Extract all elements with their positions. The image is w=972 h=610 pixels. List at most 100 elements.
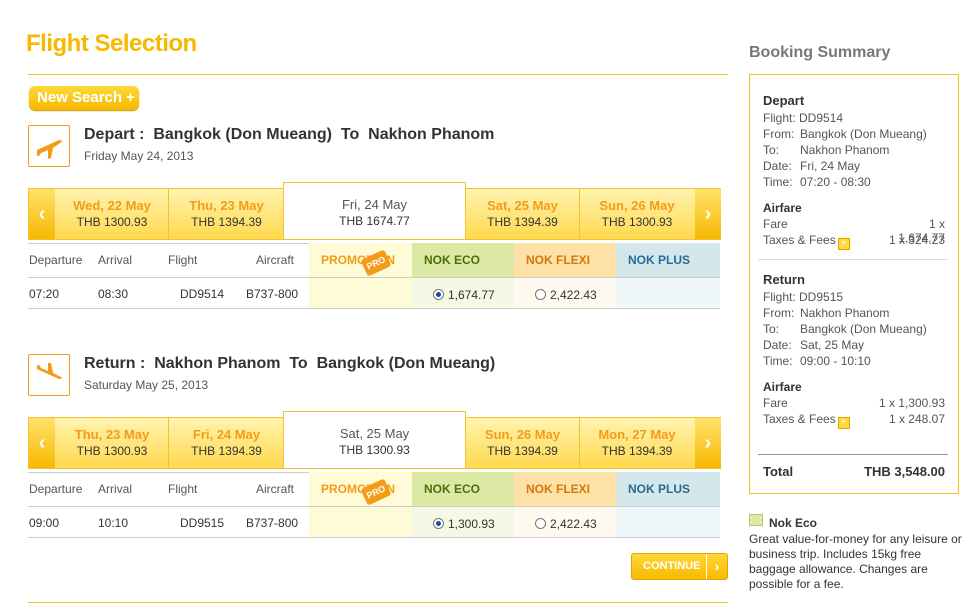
date-price: THB 1394.39: [191, 215, 262, 229]
date-price: THB 1300.93: [339, 443, 410, 457]
summary-time: 07:20 - 08:30: [800, 175, 871, 189]
date-label: Thu, 23 May: [189, 198, 264, 213]
summary-from: Nakhon Phanom: [800, 306, 890, 320]
radio-selected[interactable]: [433, 518, 444, 529]
aircraft-type: B737-800: [246, 516, 299, 530]
date-label: Fri, 24 May: [341, 197, 407, 212]
summary-date-label: Date:: [763, 338, 792, 352]
return-from: Nakhon Phanom: [154, 355, 281, 372]
eco-fare-option[interactable]: 1,674.77: [433, 288, 495, 302]
flexi-fare-option[interactable]: 2,422.43: [535, 288, 597, 302]
depart-prev-arrow[interactable]: ‹: [29, 189, 55, 239]
radio[interactable]: [535, 289, 546, 300]
depart-date-option-selected[interactable]: Fri, 24 May THB 1674.77: [283, 182, 466, 239]
return-title: Return : Nakhon Phanom To Bangkok (Don M…: [84, 355, 495, 373]
radio-selected[interactable]: [433, 289, 444, 300]
col-nok-plus: NOK PLUS: [616, 472, 720, 506]
date-label: Mon, 27 May: [598, 427, 676, 442]
return-date-option[interactable]: Thu, 23 May THB 1300.93: [56, 418, 168, 468]
depart-title: Depart : Bangkok (Don Mueang) To Nakhon …: [84, 126, 494, 144]
summary-total-label: Total: [763, 464, 794, 479]
summary-fare-label: Fare: [763, 217, 788, 231]
plus-cell: [616, 278, 720, 308]
return-to: Bangkok (Don Mueang): [316, 355, 496, 372]
depart-time: 09:00: [29, 516, 60, 530]
date-label: Sat, 25 May: [339, 426, 410, 441]
continue-button[interactable]: CONTINUE ›: [631, 553, 728, 580]
return-date-option-selected[interactable]: Sat, 25 May THB 1300.93: [283, 411, 466, 468]
flight-number: DD9515: [180, 516, 225, 530]
promo-cell: [309, 507, 412, 537]
flexi-fare: 2,422.43: [550, 517, 597, 531]
continue-label: CONTINUE: [643, 560, 701, 572]
col-flight: Flight: [168, 253, 198, 267]
summary-fare-label: Fare: [763, 396, 788, 410]
divider: [758, 259, 948, 260]
return-prefix: Return :: [84, 355, 146, 372]
expand-plus-icon[interactable]: +: [837, 417, 850, 429]
summary-time-label: Time:: [763, 175, 793, 189]
return-prev-arrow[interactable]: ‹: [29, 418, 55, 468]
summary-tax-label: Taxes & Fees: [763, 233, 836, 247]
expand-plus-icon[interactable]: +: [837, 238, 850, 250]
col-nok-eco: NOK ECO: [412, 472, 514, 506]
nok-eco-swatch-icon: [749, 514, 763, 526]
depart-next-arrow[interactable]: ›: [695, 189, 721, 239]
flexi-fare: 2,422.43: [550, 288, 597, 302]
summary-return-heading: Return: [763, 272, 805, 287]
return-date-option[interactable]: Sun, 26 May THB 1394.39: [466, 418, 579, 468]
depart-date-option[interactable]: Sun, 26 May THB 1300.93: [580, 189, 694, 239]
title-divider: [28, 74, 728, 75]
return-date-option[interactable]: Mon, 27 May THB 1394.39: [580, 418, 694, 468]
plane-depart-icon: [28, 125, 70, 167]
summary-depart-heading: Depart: [763, 93, 805, 108]
date-divider: [168, 418, 169, 468]
date-price: THB 1394.39: [601, 444, 673, 458]
depart-date-option[interactable]: Sat, 25 May THB 1394.39: [466, 189, 579, 239]
date-price: THB 1394.39: [191, 444, 262, 458]
col-aircraft: Aircraft: [256, 482, 295, 496]
summary-to: Bangkok (Don Mueang): [800, 322, 927, 336]
col-nok-flexi: NOK FLEXI: [514, 243, 616, 277]
depart-to-word: To: [340, 126, 360, 143]
depart-prefix: Depart :: [84, 126, 145, 143]
arrive-time: 10:10: [98, 516, 129, 530]
depart-time: 07:20: [29, 287, 60, 301]
return-date-option[interactable]: Fri, 24 May THB 1394.39: [170, 418, 283, 468]
aircraft-type: B737-800: [246, 287, 299, 301]
summary-from: Bangkok (Don Mueang): [800, 127, 927, 141]
nok-eco-note-text: Great value-for-money for any leisure or…: [749, 532, 962, 591]
radio[interactable]: [535, 518, 546, 529]
flight-number: DD9514: [180, 287, 225, 301]
eco-fare-option[interactable]: 1,300.93: [433, 517, 495, 531]
col-nok-eco: NOK ECO: [412, 243, 514, 277]
bottom-divider: [28, 602, 728, 603]
summary-return-flight: Flight: DD9515: [763, 290, 844, 304]
date-label: Sun, 26 May: [484, 427, 561, 442]
summary-date-label: Date:: [763, 159, 792, 173]
summary-airfare-heading: Airfare: [763, 380, 802, 394]
new-search-button[interactable]: New Search +: [29, 86, 139, 110]
depart-from: Bangkok (Don Mueang): [153, 126, 333, 143]
summary-tax: 1 x 324.23: [888, 233, 945, 247]
date-price: THB 1674.77: [339, 214, 410, 228]
divider: [28, 537, 720, 538]
flexi-fare-option[interactable]: 2,422.43: [535, 517, 597, 531]
plus-cell: [616, 507, 720, 537]
date-price: THB 1300.93: [76, 215, 148, 229]
summary-tax: 1 x 248.07: [888, 412, 945, 426]
col-arrival: Arrival: [98, 253, 133, 267]
summary-to-label: To:: [763, 322, 780, 336]
plus-icon: +: [126, 89, 135, 106]
plane-return-icon: [28, 354, 70, 396]
date-divider: [168, 189, 169, 239]
nok-eco-note-title: Nok Eco: [769, 516, 818, 530]
return-next-arrow[interactable]: ›: [695, 418, 721, 468]
eco-fare: 1,300.93: [448, 517, 495, 531]
summary-from-label: From:: [763, 127, 795, 141]
summary-date: Fri, 24 May: [800, 159, 861, 173]
depart-date-option[interactable]: Thu, 23 May THB 1394.39: [170, 189, 283, 239]
col-nok-plus: NOK PLUS: [616, 243, 720, 277]
date-price: THB 1394.39: [487, 215, 558, 229]
depart-date-option[interactable]: Wed, 22 May THB 1300.93: [56, 189, 168, 239]
